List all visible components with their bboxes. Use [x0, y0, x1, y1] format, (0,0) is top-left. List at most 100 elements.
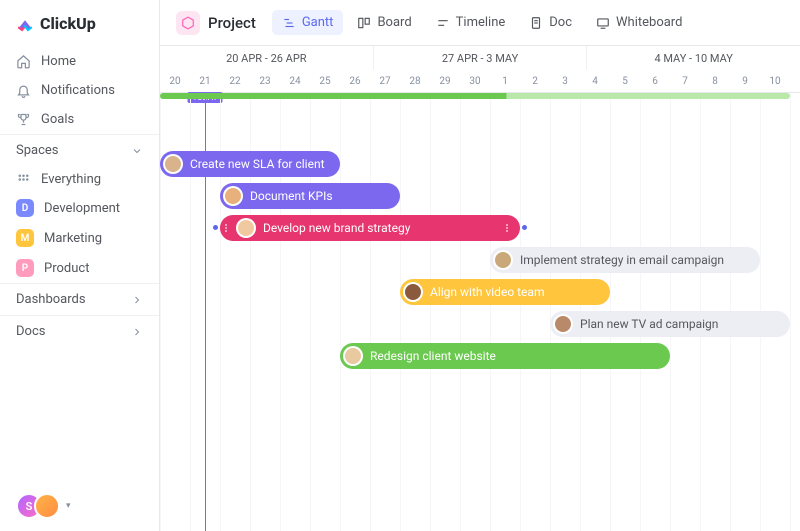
task-label: Implement strategy in email campaign — [520, 253, 724, 267]
assignee-avatar[interactable] — [223, 186, 243, 206]
task-label: Plan new TV ad campaign — [580, 317, 718, 331]
space-item-marketing[interactable]: M Marketing — [0, 223, 159, 253]
task-label: Develop new brand strategy — [263, 221, 410, 235]
user-avatars[interactable]: S ▾ — [0, 481, 159, 531]
day-cell: 21 — [190, 70, 220, 92]
day-row: 2021222324252627282930123456789101112TOD… — [160, 70, 800, 92]
space-label: Marketing — [44, 231, 102, 246]
nav-label: Notifications — [41, 83, 115, 98]
nav-goals[interactable]: Goals — [0, 105, 159, 134]
main: Project GanttBoardTimelineDocWhiteboard … — [160, 0, 800, 531]
day-cell: 26 — [340, 70, 370, 92]
day-cell: 5 — [610, 70, 640, 92]
drag-handle-icon[interactable] — [223, 224, 229, 232]
space-item-development[interactable]: D Development — [0, 193, 159, 223]
chevron-right-icon — [131, 326, 143, 338]
trophy-icon — [16, 112, 31, 127]
chevron-right-icon — [131, 294, 143, 306]
week-cell: 20 APR - 26 APR — [160, 46, 373, 70]
sidebar: ClickUp Home Notifications Goals Spaces … — [0, 0, 160, 531]
section-label: Spaces — [16, 143, 59, 158]
space-badge: M — [16, 229, 34, 247]
timeline-header: 20 APR - 26 APR27 APR - 3 MAY4 MAY - 10 … — [160, 45, 800, 93]
nav-home[interactable]: Home — [0, 47, 159, 76]
task-bar[interactable]: Align with video team — [400, 279, 610, 305]
section-label: Dashboards — [16, 292, 86, 307]
dependency-dot[interactable] — [521, 224, 528, 231]
caret-down-icon: ▾ — [66, 501, 71, 511]
view-label: Board — [377, 15, 411, 30]
nav-notifications[interactable]: Notifications — [0, 76, 159, 105]
day-cell: 30 — [460, 70, 490, 92]
brand-name: ClickUp — [40, 14, 96, 33]
day-cell: 27 — [370, 70, 400, 92]
project-chip[interactable]: Project — [176, 11, 256, 35]
day-cell: 10 — [760, 70, 790, 92]
section-spaces[interactable]: Spaces — [0, 134, 159, 166]
day-cell: 20 — [160, 70, 190, 92]
assignee-avatar[interactable] — [343, 346, 363, 366]
space-label: Product — [44, 261, 89, 276]
toolbar: Project Gantt Board TimelineDoc Whiteboard — [160, 0, 800, 45]
view-doc[interactable]: Doc — [519, 10, 582, 35]
assignee-avatar[interactable] — [236, 218, 256, 238]
space-item-product[interactable]: P Product — [0, 253, 159, 283]
summary-bar[interactable] — [160, 93, 790, 99]
nav-label: Goals — [41, 112, 74, 127]
day-cell: 25 — [310, 70, 340, 92]
view-gantt[interactable]: Gantt — [272, 10, 344, 35]
view-label: Gantt — [302, 15, 334, 30]
view-label: Whiteboard — [616, 15, 682, 30]
day-cell: 6 — [640, 70, 670, 92]
task-label: Align with video team — [430, 285, 544, 299]
day-cell: 24 — [280, 70, 310, 92]
day-cell: 1 — [490, 70, 520, 92]
project-title: Project — [208, 14, 256, 32]
task-bars: Create new SLA for clientDocument KPIsDe… — [160, 93, 800, 105]
task-bar[interactable]: Redesign client website — [340, 343, 670, 369]
spaces-everything[interactable]: Everything — [0, 166, 159, 193]
section-label: Docs — [16, 324, 45, 339]
task-bar[interactable]: Document KPIs — [220, 183, 400, 209]
space-label: Development — [44, 201, 120, 216]
assignee-avatar[interactable] — [493, 250, 513, 270]
task-bar[interactable]: Implement strategy in email campaign — [490, 247, 760, 273]
task-label: Redesign client website — [370, 349, 496, 363]
view-board[interactable]: Board — [347, 10, 421, 35]
section-dashboards[interactable]: Dashboards — [0, 283, 159, 315]
chevron-down-icon — [131, 145, 143, 157]
week-row: 20 APR - 26 APR27 APR - 3 MAY4 MAY - 10 … — [160, 46, 800, 70]
section-docs[interactable]: Docs — [0, 315, 159, 347]
task-label: Document KPIs — [250, 189, 333, 203]
week-cell: 4 MAY - 10 MAY — [586, 46, 800, 70]
brand-logo[interactable]: ClickUp — [0, 0, 159, 47]
space-badge: D — [16, 199, 34, 217]
assignee-avatar[interactable] — [163, 154, 183, 174]
bell-icon — [16, 83, 31, 98]
space-badge: P — [16, 259, 34, 277]
home-icon — [16, 54, 31, 69]
day-cell: 11 — [790, 70, 800, 92]
everything-label: Everything — [41, 172, 101, 187]
task-bar[interactable]: Plan new TV ad campaign — [550, 311, 790, 337]
task-label: Create new SLA for client — [190, 157, 325, 171]
day-cell: 9 — [730, 70, 760, 92]
day-cell: 4 — [580, 70, 610, 92]
nav-label: Home — [41, 54, 76, 69]
view-timeline[interactable]: Timeline — [426, 10, 516, 35]
day-cell: 7 — [670, 70, 700, 92]
assignee-avatar[interactable] — [403, 282, 423, 302]
view-whiteboard[interactable]: Whiteboard — [586, 10, 692, 35]
drag-handle-icon[interactable] — [504, 224, 510, 232]
week-cell: 27 APR - 3 MAY — [373, 46, 587, 70]
task-bar[interactable]: Create new SLA for client — [160, 151, 340, 177]
user-avatar[interactable] — [34, 493, 60, 519]
gantt-chart[interactable]: Create new SLA for client Document KPIs De… — [160, 93, 800, 531]
day-cell: 23 — [250, 70, 280, 92]
day-cell: 22 — [220, 70, 250, 92]
dependency-dot[interactable] — [212, 224, 219, 231]
day-cell: 3 — [550, 70, 580, 92]
day-cell: 28 — [400, 70, 430, 92]
assignee-avatar[interactable] — [553, 314, 573, 334]
task-bar[interactable]: Develop new brand strategy — [220, 215, 520, 241]
